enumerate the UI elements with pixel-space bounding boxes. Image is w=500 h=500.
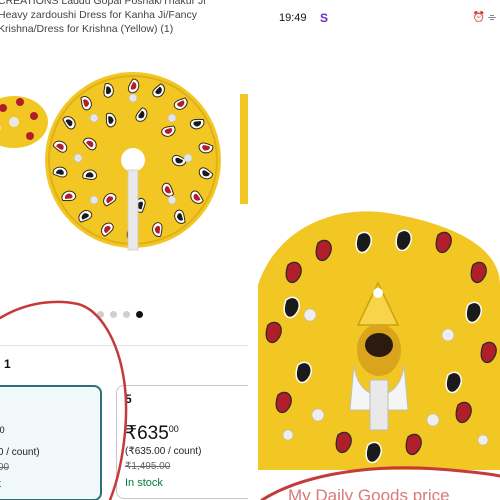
product-title-line: Krishna/Dress for Krishna (Yellow) (1) xyxy=(0,23,174,35)
option-stock-status: In stock xyxy=(125,477,163,489)
product-title: CREATIONS Laddu Gopal Poshak/Thakur Ji H… xyxy=(0,0,248,36)
product-title-line: Heavy zardoushi Dress for Kanha Ji/Fancy xyxy=(0,9,198,21)
option-card-selected[interactable]: 500 5.00 / count) 95.00 ock xyxy=(0,385,102,500)
section-divider xyxy=(0,345,248,346)
product-image[interactable] xyxy=(0,58,248,258)
carousel-dot[interactable] xyxy=(123,311,130,318)
option-mrp: ₹1,495.00 xyxy=(125,461,171,472)
left-screenshot-panel: CREATIONS Laddu Gopal Poshak/Thakur Ji H… xyxy=(0,0,248,500)
app-notification-icon: S xyxy=(320,11,329,25)
carousel-dot[interactable] xyxy=(97,311,104,318)
right-screenshot-panel: 19:49 S ⏰ ⌯ My Daily Goods price xyxy=(258,0,500,500)
overlay-caption: My Daily Goods price xyxy=(288,486,450,500)
option-price: 500 xyxy=(0,425,5,435)
option-unit-price: (₹635.00 / count) xyxy=(125,446,202,457)
status-time: 19:49 xyxy=(279,12,307,24)
option-unit-price: 5.00 / count) xyxy=(0,447,40,458)
option-count-label: 1 xyxy=(4,357,11,371)
carousel-dot[interactable] xyxy=(110,311,117,318)
option-stock-status: ock xyxy=(0,478,1,490)
status-bar: 19:49 S ⏰ ⌯ xyxy=(258,0,500,38)
carousel-indicator[interactable] xyxy=(97,311,143,318)
option-label: 5 xyxy=(125,392,132,406)
option-card[interactable]: 5 ₹63500 (₹635.00 / count) ₹1,495.00 In … xyxy=(116,385,248,499)
alarm-icon: ⏰ ⌯ xyxy=(472,12,496,23)
option-price: ₹63500 xyxy=(125,423,179,444)
product-title-line: CREATIONS Laddu Gopal Poshak/Thakur Ji xyxy=(0,0,206,7)
panel-divider xyxy=(248,0,258,500)
kanha-idol-image[interactable] xyxy=(258,205,500,470)
option-mrp: 95.00 xyxy=(0,462,10,473)
carousel-dot-active[interactable] xyxy=(136,311,143,318)
